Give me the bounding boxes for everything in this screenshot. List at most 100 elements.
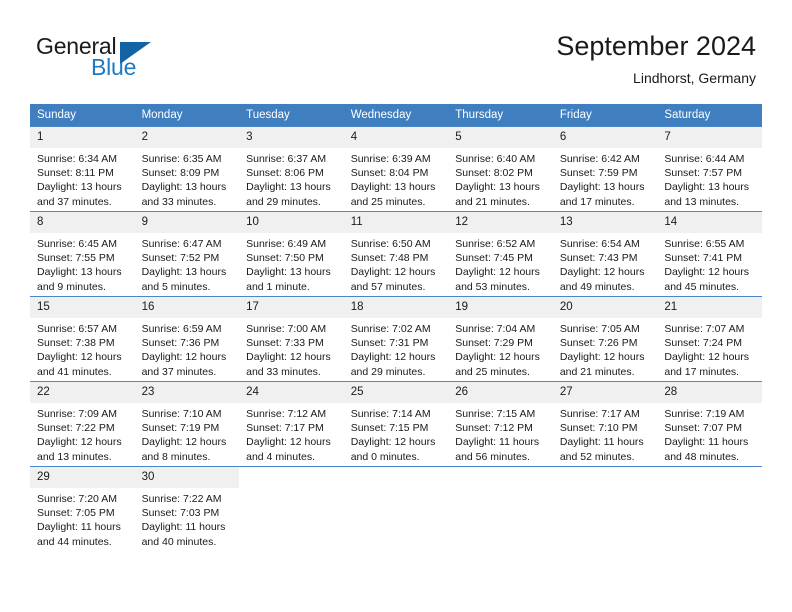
day-cell[interactable]: 3 Sunrise: 6:37 AM Sunset: 8:06 PM Dayli… (239, 126, 344, 212)
sunset-text: Sunset: 7:12 PM (455, 422, 533, 435)
day-cell[interactable]: 28 Sunrise: 7:19 AM Sunset: 7:07 PM Dayl… (657, 381, 762, 467)
calendar-body: 1 Sunrise: 6:34 AM Sunset: 8:11 PM Dayli… (30, 126, 762, 551)
day-number: 18 (343, 297, 449, 318)
daylight-text: Daylight: 13 hours and 13 minutes. (664, 181, 750, 208)
day-cell[interactable]: 10 Sunrise: 6:49 AM Sunset: 7:50 PM Dayl… (239, 211, 344, 297)
title-block: September 2024 Lindhorst, Germany (556, 30, 756, 88)
day-cell[interactable]: 23 Sunrise: 7:10 AM Sunset: 7:19 PM Dayl… (134, 381, 240, 467)
daylight-text: Daylight: 13 hours and 37 minutes. (37, 181, 122, 208)
sunrise-text: Sunrise: 6:34 AM (37, 153, 117, 165)
sunset-text: Sunset: 7:03 PM (141, 507, 220, 520)
sunset-text: Sunset: 7:24 PM (664, 337, 743, 350)
day-number: 13 (552, 212, 658, 233)
day-number (239, 467, 344, 488)
sunrise-text: Sunrise: 6:57 AM (37, 323, 117, 335)
day-details: Sunrise: 7:22 AM Sunset: 7:03 PM Dayligh… (135, 488, 240, 549)
day-details: Sunrise: 6:34 AM Sunset: 8:11 PM Dayligh… (30, 148, 135, 209)
day-details: Sunrise: 6:44 AM Sunset: 7:57 PM Dayligh… (657, 148, 762, 209)
day-details: Sunrise: 6:57 AM Sunset: 7:38 PM Dayligh… (30, 318, 135, 379)
daylight-text: Daylight: 13 hours and 33 minutes. (141, 181, 227, 208)
day-cell[interactable]: 27 Sunrise: 7:17 AM Sunset: 7:10 PM Dayl… (552, 381, 658, 467)
sunrise-text: Sunrise: 6:37 AM (246, 153, 327, 165)
day-cell[interactable]: 7 Sunrise: 6:44 AM Sunset: 7:57 PM Dayli… (657, 126, 762, 212)
page-title: September 2024 (556, 31, 756, 61)
sunrise-text: Sunrise: 6:59 AM (141, 323, 222, 335)
sunset-text: Sunset: 7:48 PM (350, 252, 429, 265)
daylight-text: Daylight: 12 hours and 4 minutes. (246, 436, 331, 463)
day-details: Sunrise: 7:15 AM Sunset: 7:12 PM Dayligh… (448, 403, 553, 464)
day-cell[interactable]: 2 Sunrise: 6:35 AM Sunset: 8:09 PM Dayli… (134, 126, 240, 212)
day-number: 11 (343, 212, 449, 233)
day-cell[interactable]: 9 Sunrise: 6:47 AM Sunset: 7:52 PM Dayli… (134, 211, 240, 297)
sunset-text: Sunset: 7:31 PM (350, 337, 429, 350)
day-cell[interactable]: 5 Sunrise: 6:40 AM Sunset: 8:02 PM Dayli… (448, 126, 553, 212)
sunrise-text: Sunrise: 6:47 AM (141, 238, 222, 250)
week-row: 22 Sunrise: 7:09 AM Sunset: 7:22 PM Dayl… (30, 381, 762, 467)
calendar-header-row: Sunday Monday Tuesday Wednesday Thursday… (30, 104, 762, 127)
sunrise-text: Sunrise: 6:40 AM (455, 153, 536, 165)
day-cell[interactable]: 8 Sunrise: 6:45 AM Sunset: 7:55 PM Dayli… (30, 211, 135, 297)
day-cell[interactable]: 13 Sunrise: 6:54 AM Sunset: 7:43 PM Dayl… (552, 211, 658, 297)
day-cell[interactable]: 22 Sunrise: 7:09 AM Sunset: 7:22 PM Dayl… (30, 381, 135, 467)
day-details: Sunrise: 6:59 AM Sunset: 7:36 PM Dayligh… (135, 318, 240, 379)
day-cell-empty (239, 466, 344, 551)
day-cell[interactable]: 12 Sunrise: 6:52 AM Sunset: 7:45 PM Dayl… (448, 211, 553, 297)
day-number: 29 (30, 467, 135, 488)
sunset-text: Sunset: 7:45 PM (455, 252, 533, 265)
day-details: Sunrise: 7:12 AM Sunset: 7:17 PM Dayligh… (239, 403, 344, 464)
day-details: Sunrise: 6:49 AM Sunset: 7:50 PM Dayligh… (239, 233, 344, 294)
weekday-header-wednesday: Wednesday (343, 104, 449, 127)
day-cell[interactable]: 1 Sunrise: 6:34 AM Sunset: 8:11 PM Dayli… (30, 126, 135, 212)
day-details: Sunrise: 7:05 AM Sunset: 7:26 PM Dayligh… (553, 318, 658, 379)
day-cell[interactable]: 24 Sunrise: 7:12 AM Sunset: 7:17 PM Dayl… (239, 381, 344, 467)
sunrise-text: Sunrise: 7:00 AM (246, 323, 327, 335)
day-cell[interactable]: 14 Sunrise: 6:55 AM Sunset: 7:41 PM Dayl… (657, 211, 762, 297)
day-number: 22 (30, 382, 135, 403)
day-details: Sunrise: 6:45 AM Sunset: 7:55 PM Dayligh… (30, 233, 135, 294)
day-cell[interactable]: 11 Sunrise: 6:50 AM Sunset: 7:48 PM Dayl… (343, 211, 449, 297)
daylight-text: Daylight: 12 hours and 33 minutes. (246, 351, 331, 378)
sunset-text: Sunset: 8:04 PM (350, 167, 429, 180)
day-number: 20 (552, 297, 658, 318)
day-number: 3 (239, 127, 344, 148)
day-cell[interactable]: 16 Sunrise: 6:59 AM Sunset: 7:36 PM Dayl… (134, 296, 240, 382)
daylight-text: Daylight: 12 hours and 25 minutes. (455, 351, 540, 378)
day-details: Sunrise: 7:02 AM Sunset: 7:31 PM Dayligh… (344, 318, 449, 379)
day-cell[interactable]: 20 Sunrise: 7:05 AM Sunset: 7:26 PM Dayl… (552, 296, 658, 382)
day-cell[interactable]: 18 Sunrise: 7:02 AM Sunset: 7:31 PM Dayl… (343, 296, 449, 382)
day-cell[interactable]: 15 Sunrise: 6:57 AM Sunset: 7:38 PM Dayl… (30, 296, 135, 382)
day-number: 12 (448, 212, 553, 233)
day-cell[interactable]: 6 Sunrise: 6:42 AM Sunset: 7:59 PM Dayli… (552, 126, 658, 212)
day-cell[interactable]: 25 Sunrise: 7:14 AM Sunset: 7:15 PM Dayl… (343, 381, 449, 467)
sunset-text: Sunset: 7:57 PM (664, 167, 743, 180)
sunset-text: Sunset: 7:38 PM (37, 337, 115, 350)
sunset-text: Sunset: 8:09 PM (141, 167, 220, 180)
daylight-text: Daylight: 13 hours and 5 minutes. (141, 266, 227, 293)
day-details: Sunrise: 6:42 AM Sunset: 7:59 PM Dayligh… (553, 148, 658, 209)
day-number (448, 467, 553, 488)
day-cell[interactable]: 17 Sunrise: 7:00 AM Sunset: 7:33 PM Dayl… (239, 296, 344, 382)
day-number: 1 (30, 127, 135, 148)
day-cell[interactable]: 26 Sunrise: 7:15 AM Sunset: 7:12 PM Dayl… (448, 381, 553, 467)
day-cell[interactable]: 21 Sunrise: 7:07 AM Sunset: 7:24 PM Dayl… (657, 296, 762, 382)
day-number: 10 (239, 212, 344, 233)
day-cell[interactable]: 29 Sunrise: 7:20 AM Sunset: 7:05 PM Dayl… (30, 466, 135, 551)
daylight-text: Daylight: 12 hours and 53 minutes. (455, 266, 540, 293)
day-number: 6 (552, 127, 658, 148)
sunset-text: Sunset: 7:15 PM (350, 422, 429, 435)
day-cell[interactable]: 30 Sunrise: 7:22 AM Sunset: 7:03 PM Dayl… (134, 466, 240, 551)
sunset-text: Sunset: 7:50 PM (246, 252, 324, 265)
sunrise-text: Sunrise: 6:52 AM (455, 238, 536, 250)
day-cell[interactable]: 19 Sunrise: 7:04 AM Sunset: 7:29 PM Dayl… (448, 296, 553, 382)
sunrise-text: Sunrise: 7:04 AM (455, 323, 536, 335)
daylight-text: Daylight: 11 hours and 56 minutes. (455, 436, 540, 463)
day-cell[interactable]: 4 Sunrise: 6:39 AM Sunset: 8:04 PM Dayli… (343, 126, 449, 212)
day-details: Sunrise: 7:10 AM Sunset: 7:19 PM Dayligh… (135, 403, 240, 464)
sunset-text: Sunset: 7:07 PM (664, 422, 743, 435)
day-details: Sunrise: 6:35 AM Sunset: 8:09 PM Dayligh… (135, 148, 240, 209)
general-blue-logo: General Blue (36, 33, 216, 85)
day-number: 21 (657, 297, 762, 318)
sunset-text: Sunset: 7:19 PM (141, 422, 220, 435)
day-details: Sunrise: 6:39 AM Sunset: 8:04 PM Dayligh… (344, 148, 449, 209)
daylight-text: Daylight: 12 hours and 8 minutes. (141, 436, 227, 463)
